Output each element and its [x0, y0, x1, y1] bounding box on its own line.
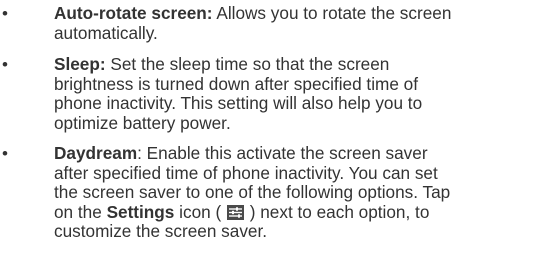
item-text: Daydream: Enable this activate the scree… — [54, 143, 451, 241]
term-auto-rotate: Auto-rotate screen: — [54, 3, 213, 23]
item-text: Sleep: Set the sleep time so that the sc… — [54, 54, 423, 133]
item-text: Auto-rotate screen: Allows you to rotate… — [54, 3, 452, 43]
document-page: • Auto-rotate screen: Allows you to rota… — [0, 0, 553, 260]
bullet: • — [2, 4, 8, 23]
bullet: • — [2, 144, 8, 163]
bullet: • — [2, 55, 8, 74]
term-daydream: Daydream — [54, 143, 138, 163]
term-sleep: Sleep: — [54, 54, 106, 74]
settings-sliders-icon — [226, 204, 244, 220]
term-settings: Settings — [106, 201, 175, 222]
